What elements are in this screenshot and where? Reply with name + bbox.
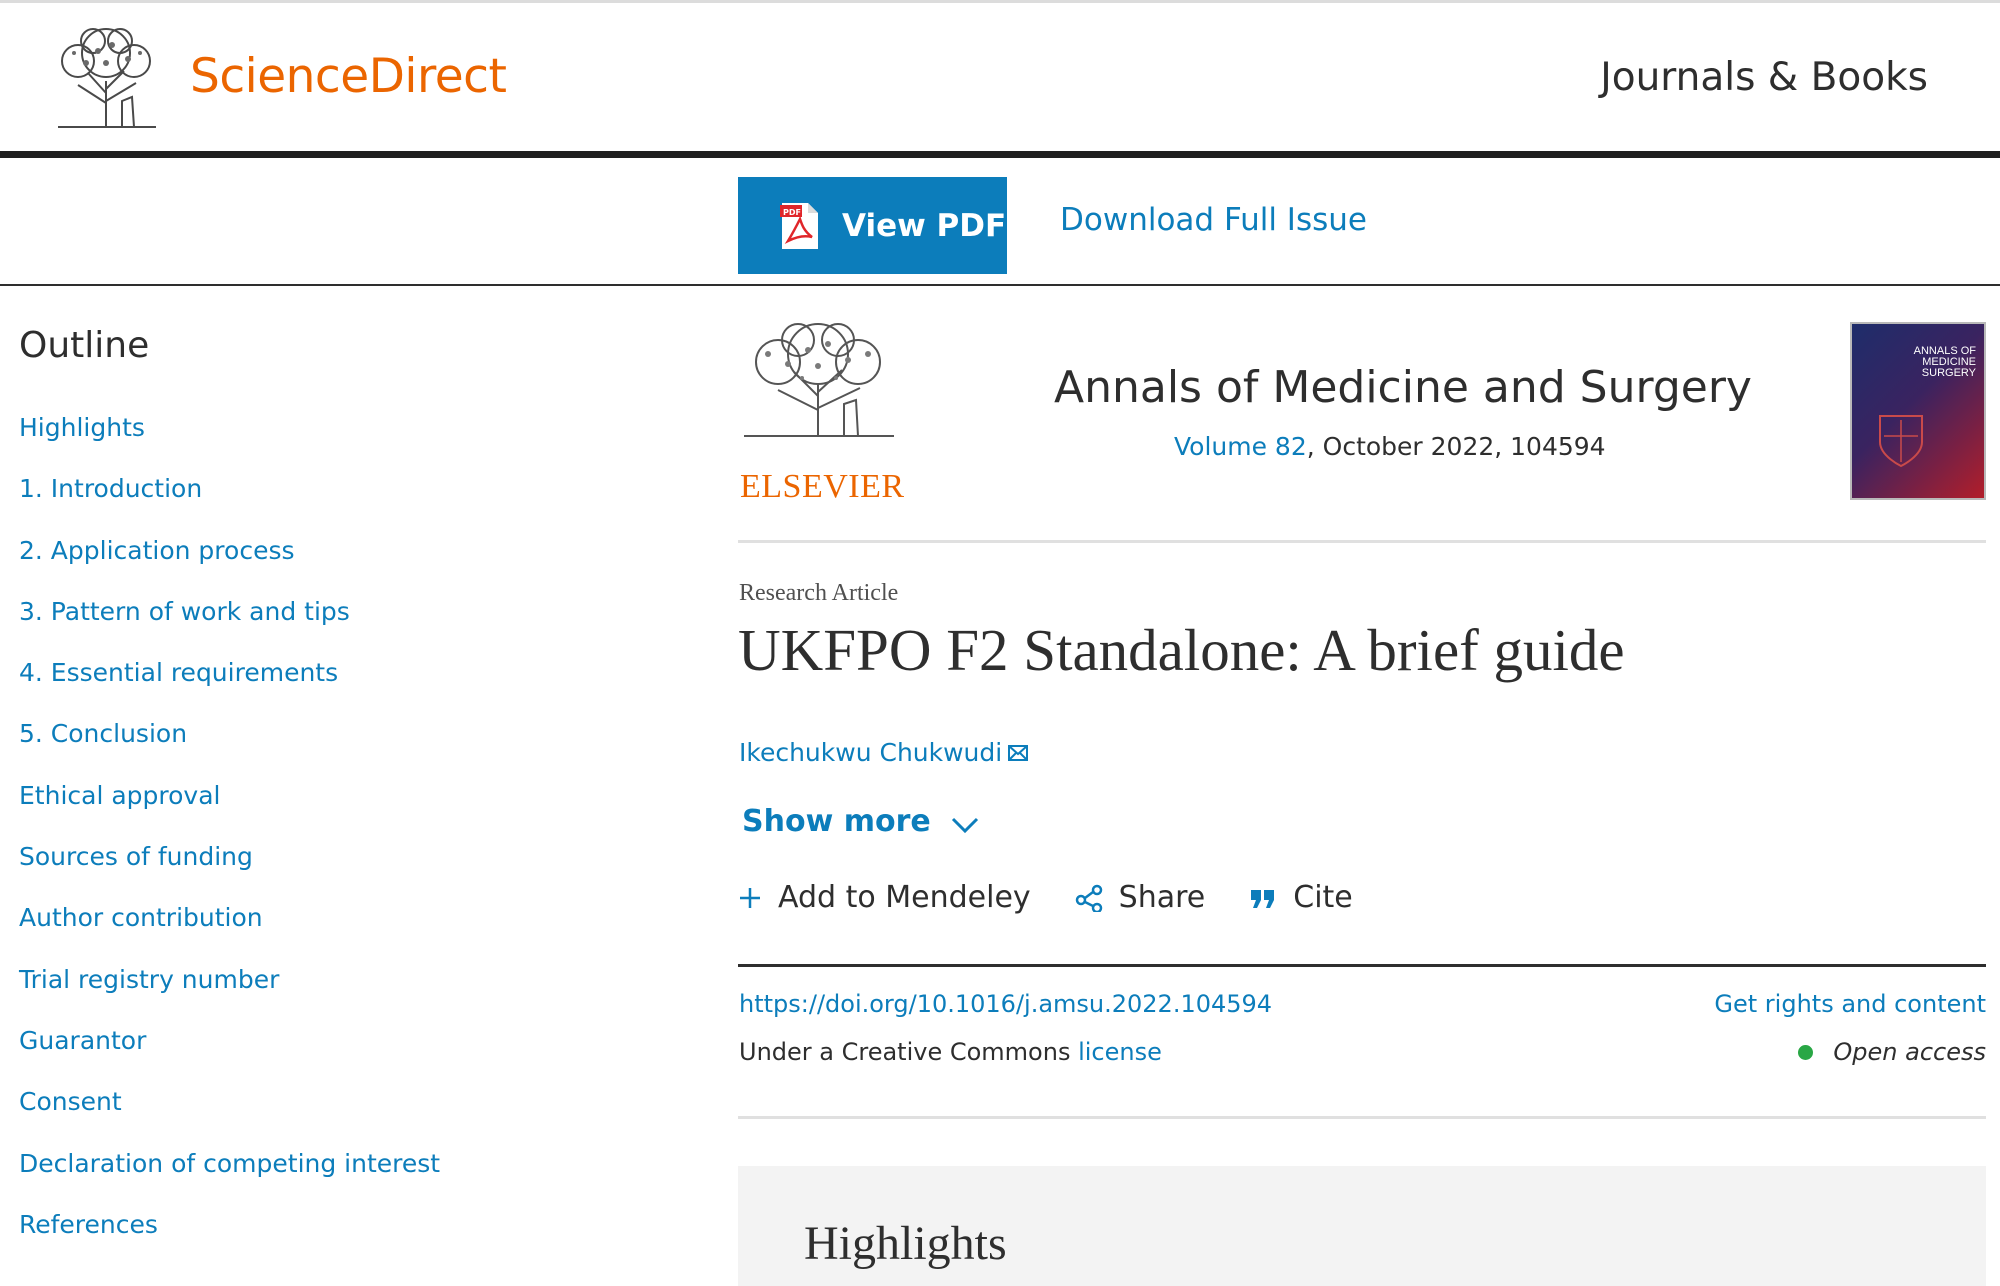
outline-title: Outline	[19, 325, 150, 366]
cite-button[interactable]: Cite	[1249, 880, 1353, 915]
quote-icon	[1251, 889, 1275, 908]
add-to-mendeley-button[interactable]: Add to Mendeley	[738, 880, 1031, 915]
sciencedirect-brand[interactable]: ScienceDirect	[190, 49, 507, 104]
divider	[738, 540, 1986, 543]
cover-title: ANNALS OF MEDICINE SURGERY	[1913, 345, 1976, 379]
outline-item-author-contribution[interactable]: Author contribution	[19, 900, 440, 961]
chevron-down-icon	[951, 817, 978, 833]
outline-item-highlights[interactable]: Highlights	[19, 410, 440, 471]
share-icon	[1075, 884, 1102, 912]
divider	[738, 964, 1986, 967]
highlights-heading: Highlights	[804, 1217, 1007, 1270]
envelope-icon[interactable]	[1008, 744, 1029, 761]
article-title: UKFPO F2 Standalone: A brief guide	[738, 617, 1625, 683]
show-more-label: Show more	[742, 804, 931, 839]
article-actions: Add to Mendeley Share Cite	[738, 880, 1397, 915]
journals-books-link[interactable]: Journals & Books	[1600, 55, 1928, 100]
author-link[interactable]: Ikechukwu Chukwudi	[739, 738, 1029, 767]
elsevier-publisher-logo-icon[interactable]	[738, 320, 900, 440]
outline-item-application-process[interactable]: 2. Application process	[19, 533, 440, 594]
share-label: Share	[1118, 880, 1206, 915]
elsevier-tree-logo-icon[interactable]	[48, 23, 166, 131]
site-header: ScienceDirect Journals & Books	[0, 3, 2000, 158]
outline-item-essential-requirements[interactable]: 4. Essential requirements	[19, 655, 440, 716]
highlights-section: Highlights	[738, 1166, 1986, 1286]
elsevier-wordmark[interactable]: ELSEVIER	[740, 468, 905, 506]
view-pdf-label: View PDF	[842, 207, 1007, 244]
article-toolbar: PDF View PDF Download Full Issue	[0, 158, 2000, 286]
journal-issue-info: Volume 82, October 2022, 104594	[1174, 432, 1606, 461]
pdf-file-icon: PDF	[780, 202, 818, 249]
share-button[interactable]: Share	[1075, 880, 1206, 915]
open-access-badge: Open access	[1798, 1038, 1986, 1066]
outline-item-conclusion[interactable]: 5. Conclusion	[19, 716, 440, 777]
outline-item-introduction[interactable]: 1. Introduction	[19, 471, 440, 532]
outline-item-references[interactable]: References	[19, 1207, 440, 1268]
journal-title[interactable]: Annals of Medicine and Surgery	[1054, 362, 1752, 413]
show-more-button[interactable]: Show more	[742, 804, 979, 839]
plus-icon	[740, 887, 760, 908]
outline-item-guarantor[interactable]: Guarantor	[19, 1023, 440, 1084]
issue-date-number: , October 2022, 104594	[1306, 432, 1606, 461]
get-rights-link[interactable]: Get rights and content	[1714, 990, 1986, 1018]
article-main: ELSEVIER Annals of Medicine and Surgery …	[738, 286, 1986, 1286]
divider	[738, 1116, 1986, 1119]
view-pdf-button[interactable]: PDF View PDF	[738, 177, 1007, 274]
volume-link[interactable]: Volume 82	[1174, 432, 1307, 461]
open-access-dot-icon	[1798, 1044, 1814, 1060]
outline-item-competing-interest[interactable]: Declaration of competing interest	[19, 1146, 440, 1207]
outline-item-consent[interactable]: Consent	[19, 1084, 440, 1145]
shield-icon	[1879, 415, 1923, 468]
license-link[interactable]: license	[1078, 1038, 1162, 1066]
license-prefix: Under a Creative Commons	[739, 1038, 1079, 1066]
outline-item-trial-registry[interactable]: Trial registry number	[19, 962, 440, 1023]
outline-item-sources-of-funding[interactable]: Sources of funding	[19, 839, 440, 900]
open-access-label: Open access	[1833, 1038, 1986, 1066]
outline-item-pattern-of-work[interactable]: 3. Pattern of work and tips	[19, 594, 440, 655]
author-name: Ikechukwu Chukwudi	[739, 738, 1003, 767]
outline-list: Highlights 1. Introduction 2. Applicatio…	[19, 410, 440, 1268]
journal-cover[interactable]: ANNALS OF MEDICINE SURGERY	[1850, 322, 1986, 500]
download-full-issue-link[interactable]: Download Full Issue	[1060, 202, 1367, 238]
doi-link[interactable]: https://doi.org/10.1016/j.amsu.2022.1045…	[739, 990, 1272, 1018]
license-info: Under a Creative Commons license	[739, 1038, 1162, 1066]
svg-text:PDF: PDF	[783, 208, 801, 217]
add-to-mendeley-label: Add to Mendeley	[778, 880, 1031, 915]
article-type: Research Article	[739, 580, 899, 606]
cite-label: Cite	[1293, 880, 1353, 915]
outline-item-ethical-approval[interactable]: Ethical approval	[19, 778, 440, 839]
